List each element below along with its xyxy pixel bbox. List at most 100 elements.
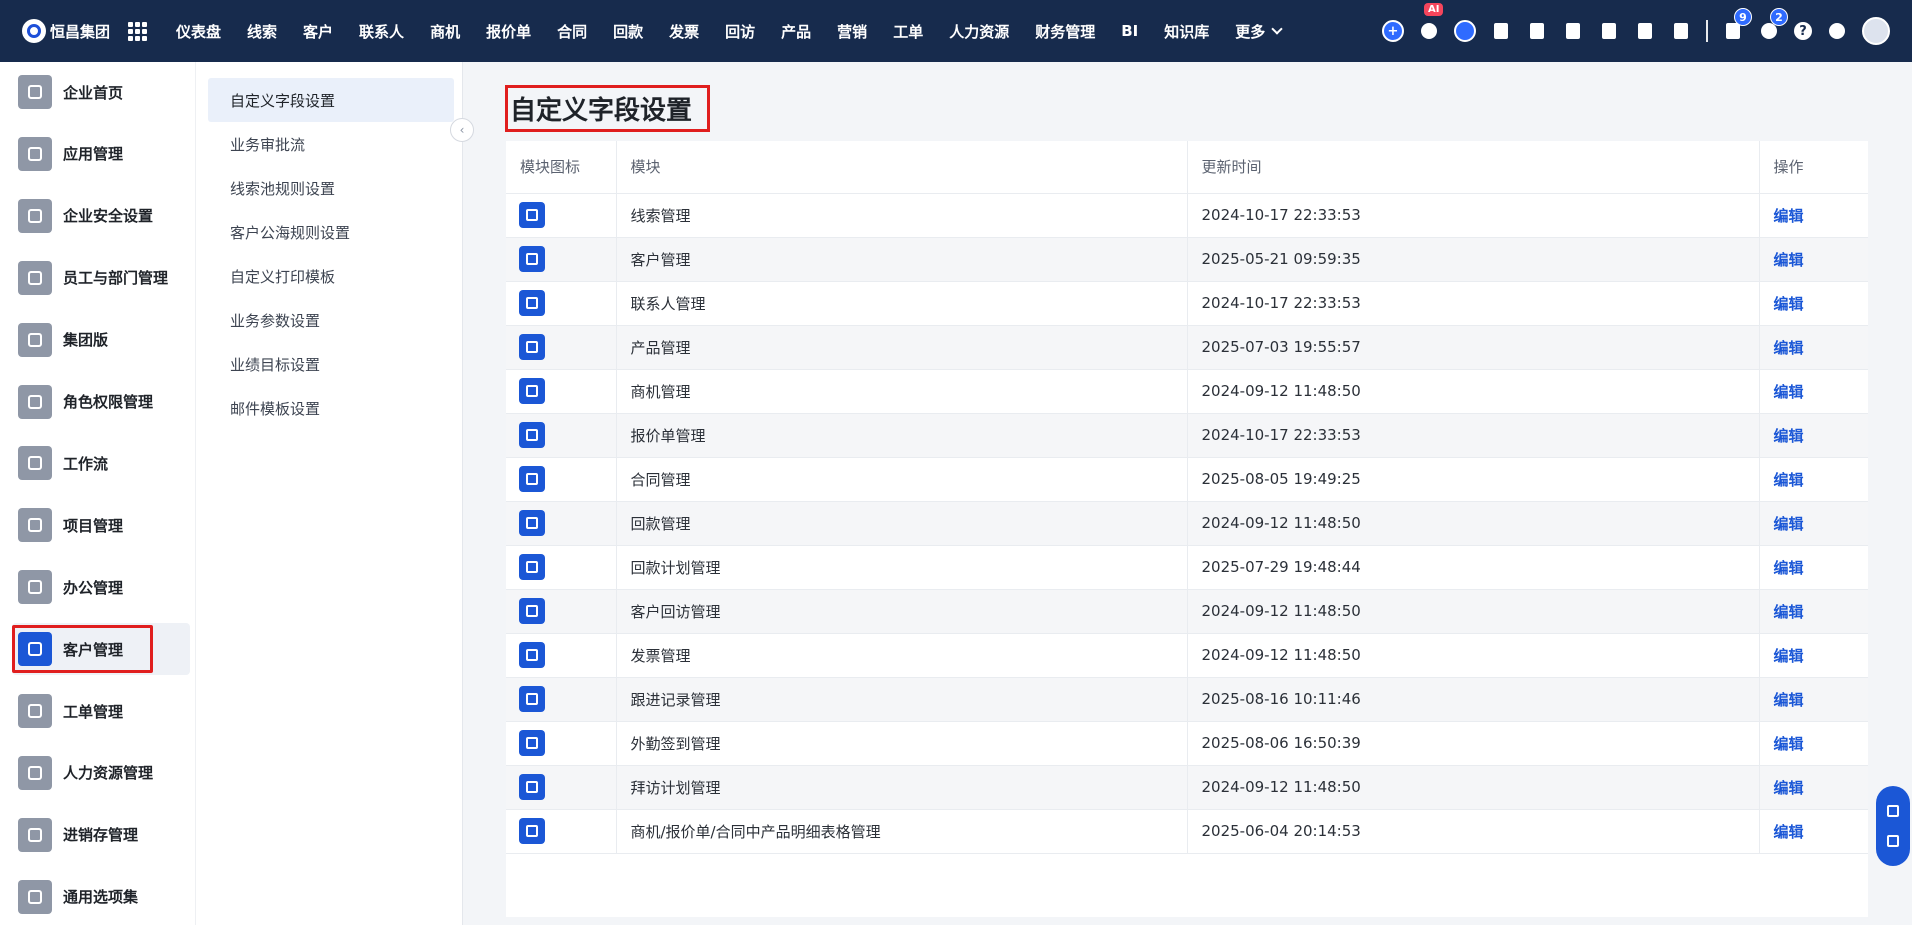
nav-item[interactable]: BI bbox=[1108, 22, 1151, 40]
edit-link[interactable]: 编辑 bbox=[1774, 295, 1804, 313]
edit-link[interactable]: 编辑 bbox=[1774, 779, 1804, 797]
submenu-item[interactable]: 自定义打印模板 bbox=[208, 254, 454, 298]
module-name-cell: 联系人管理 bbox=[616, 281, 1188, 326]
nav-item[interactable]: 回访 bbox=[712, 21, 768, 42]
floating-tools[interactable] bbox=[1876, 786, 1910, 866]
updated-time-cell: 2024-09-12 11:48:50 bbox=[1187, 369, 1760, 414]
module-icon-cell bbox=[506, 325, 617, 370]
submenu-item[interactable]: 线索池规则设置 bbox=[208, 166, 454, 210]
edit-link[interactable]: 编辑 bbox=[1774, 383, 1804, 401]
brand-name: 恒昌集团 bbox=[50, 22, 111, 41]
module-icon bbox=[519, 818, 545, 844]
nav-item[interactable]: 工单 bbox=[880, 21, 936, 42]
module-name-cell: 回款计划管理 bbox=[616, 545, 1188, 590]
add-icon[interactable]: + bbox=[1382, 20, 1404, 42]
edit-link[interactable]: 编辑 bbox=[1774, 339, 1804, 357]
edit-link[interactable]: 编辑 bbox=[1774, 471, 1804, 489]
edit-link[interactable]: 编辑 bbox=[1774, 735, 1804, 753]
nav-item[interactable]: 联系人 bbox=[346, 21, 417, 42]
float-tool-icon[interactable] bbox=[1887, 805, 1899, 817]
nav-item[interactable]: 客户 bbox=[290, 21, 346, 42]
edit-link[interactable]: 编辑 bbox=[1774, 207, 1804, 225]
updated-time-cell: 2025-07-03 19:55:57 bbox=[1187, 325, 1760, 370]
nav-item[interactable]: 发票 bbox=[656, 21, 712, 42]
nav-item[interactable]: 营销 bbox=[824, 21, 880, 42]
sidebar-item[interactable]: 企业安全设置 bbox=[12, 190, 190, 242]
module-name-cell: 回款管理 bbox=[616, 501, 1188, 546]
nav-more[interactable]: 更多 bbox=[1222, 21, 1294, 42]
edit-link[interactable]: 编辑 bbox=[1774, 823, 1804, 841]
updated-time-cell: 2024-09-12 11:48:50 bbox=[1187, 633, 1760, 678]
table-header-row: 模块图标 模块 更新时间 操作 bbox=[506, 141, 1868, 194]
app-grid-icon[interactable] bbox=[128, 21, 147, 41]
edit-link[interactable]: 编辑 bbox=[1774, 691, 1804, 709]
shield-icon bbox=[18, 198, 52, 233]
nav-item[interactable]: 财务管理 bbox=[1022, 21, 1108, 42]
edit-link[interactable]: 编辑 bbox=[1774, 427, 1804, 445]
sidebar-item[interactable]: 进销存管理 bbox=[12, 809, 190, 861]
sidebar-item[interactable]: 办公管理 bbox=[12, 561, 190, 613]
edit-link[interactable]: 编辑 bbox=[1774, 603, 1804, 621]
sidebar-item[interactable]: 客户管理 bbox=[12, 623, 190, 676]
sidebar-item[interactable]: 项目管理 bbox=[12, 499, 190, 551]
sidebar-item[interactable]: 企业首页 bbox=[12, 66, 190, 118]
edit-link[interactable]: 编辑 bbox=[1774, 251, 1804, 269]
module-icon-cell bbox=[506, 809, 617, 854]
table-row: 跟进记录管理 2025-08-16 10:11:46 编辑 bbox=[506, 677, 1868, 722]
sidebar-item[interactable]: 通用选项集 bbox=[12, 871, 190, 923]
toolbar-divider bbox=[1706, 20, 1708, 42]
task-icon[interactable]: 9 bbox=[1722, 8, 1752, 42]
sidebar-item[interactable]: 员工与部门管理 bbox=[12, 252, 190, 304]
nav-item[interactable]: 仪表盘 bbox=[163, 21, 234, 42]
chat-icon[interactable] bbox=[1454, 20, 1476, 42]
float-edit-icon[interactable] bbox=[1887, 835, 1899, 847]
user-avatar[interactable] bbox=[1862, 17, 1890, 45]
user-icon bbox=[18, 755, 52, 790]
sidebar-item[interactable]: 集团版 bbox=[12, 314, 190, 366]
submenu-item[interactable]: 客户公海规则设置 bbox=[208, 210, 454, 254]
nav-item[interactable]: 合同 bbox=[544, 21, 600, 42]
submenu-item[interactable]: 邮件模板设置 bbox=[208, 386, 454, 430]
phone-icon[interactable] bbox=[1634, 20, 1656, 42]
sidebar-item[interactable]: 人力资源管理 bbox=[12, 747, 190, 799]
sidebar-item[interactable]: 工作流 bbox=[12, 437, 190, 489]
ai-assistant-icon[interactable]: AI bbox=[1418, 3, 1444, 42]
sidebar-item[interactable]: 应用管理 bbox=[12, 128, 190, 180]
module-table: 模块图标 模块 更新时间 操作 线索管理 2024-10-17 22:33:53 编… bbox=[506, 141, 1868, 854]
module-icon-cell bbox=[506, 413, 617, 458]
document-icon[interactable] bbox=[1598, 20, 1620, 42]
sidebar-item-label: 应用管理 bbox=[63, 145, 124, 164]
nav-item[interactable]: 产品 bbox=[768, 21, 824, 42]
submenu-item[interactable]: 业务审批流 bbox=[208, 122, 454, 166]
brand-logo-icon bbox=[22, 19, 46, 43]
help-icon[interactable]: ? bbox=[1794, 22, 1812, 40]
submenu-item[interactable]: 自定义字段设置 bbox=[208, 78, 454, 122]
nav-item[interactable]: 回款 bbox=[600, 21, 656, 42]
edit-link[interactable]: 编辑 bbox=[1774, 559, 1804, 577]
nav-item[interactable]: 商机 bbox=[417, 21, 473, 42]
submenu-item[interactable]: 业务参数设置 bbox=[208, 298, 454, 342]
nav-item[interactable]: 报价单 bbox=[473, 21, 544, 42]
sidebar-item[interactable]: 工单管理 bbox=[12, 685, 190, 737]
updated-time-cell: 2024-09-12 11:48:50 bbox=[1187, 501, 1760, 546]
table-row: 回款管理 2024-09-12 11:48:50 编辑 bbox=[506, 501, 1868, 546]
message-icon[interactable] bbox=[1490, 20, 1512, 42]
edit-link[interactable]: 编辑 bbox=[1774, 515, 1804, 533]
column-header-icon: 模块图标 bbox=[506, 141, 617, 194]
bell-icon[interactable]: 2 bbox=[1758, 8, 1788, 42]
sidebar-item-label: 办公管理 bbox=[63, 578, 124, 597]
nav-item[interactable]: 人力资源 bbox=[936, 21, 1022, 42]
brand-logo[interactable]: 恒昌集团 bbox=[22, 19, 114, 43]
action-cell: 编辑 bbox=[1759, 809, 1868, 854]
sidebar-item[interactable]: 角色权限管理 bbox=[12, 376, 190, 428]
calendar-check-icon[interactable] bbox=[1526, 20, 1548, 42]
module-name-cell: 外勤签到管理 bbox=[616, 721, 1188, 766]
calendar-icon[interactable] bbox=[1670, 20, 1692, 42]
settings-icon[interactable] bbox=[1826, 20, 1848, 42]
collapse-submenu-button[interactable]: ‹ bbox=[450, 118, 474, 142]
edit-link[interactable]: 编辑 bbox=[1774, 647, 1804, 665]
nav-item[interactable]: 知识库 bbox=[1151, 21, 1222, 42]
nav-item[interactable]: 线索 bbox=[234, 21, 290, 42]
submenu-item[interactable]: 业绩目标设置 bbox=[208, 342, 454, 386]
stamp-icon[interactable] bbox=[1562, 20, 1584, 42]
